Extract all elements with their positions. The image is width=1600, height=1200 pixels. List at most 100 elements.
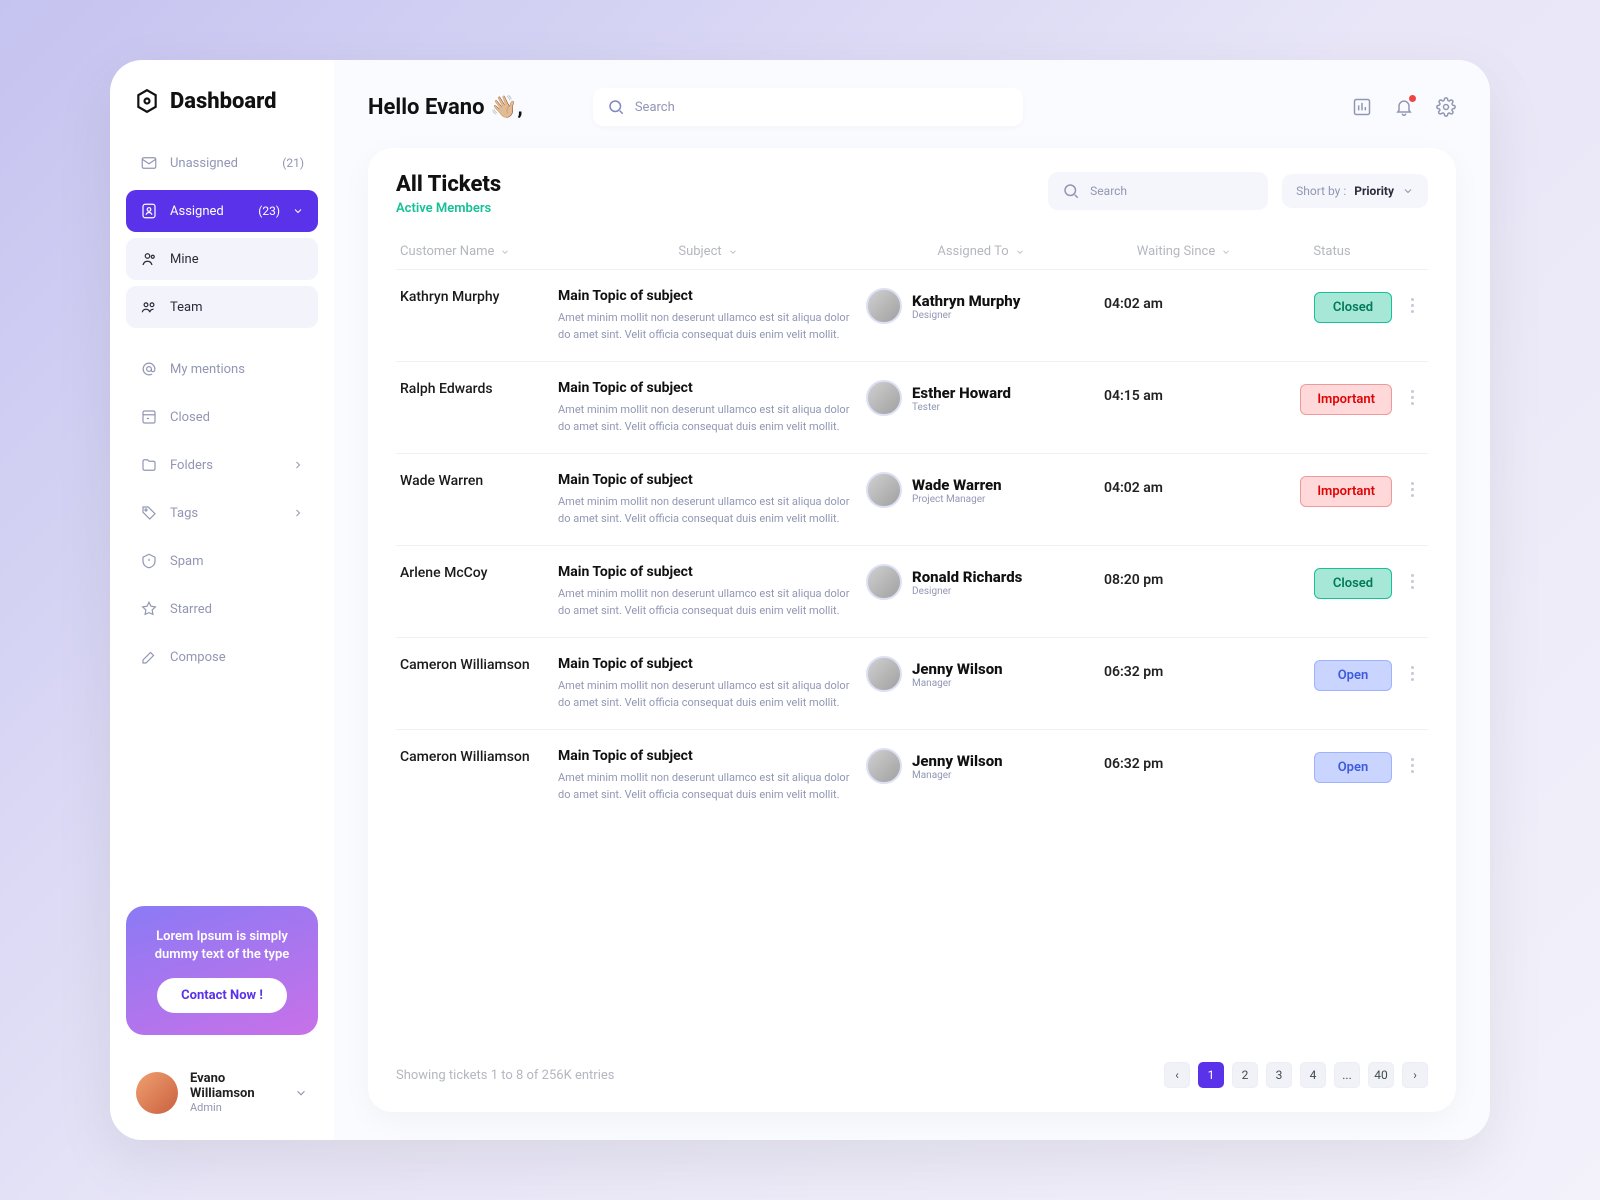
cell-status: Closed	[1272, 564, 1392, 599]
sidebar-user-name: Evano Williamson	[190, 1071, 282, 1101]
analytics-icon[interactable]	[1352, 97, 1372, 117]
column-customer[interactable]: Customer Name	[400, 244, 550, 259]
table-row[interactable]: Kathryn Murphy Main Topic of subject Ame…	[396, 270, 1428, 362]
pagination-page[interactable]: 1	[1198, 1062, 1224, 1088]
column-assigned[interactable]: Assigned To	[866, 244, 1096, 259]
promo-button[interactable]: Contact Now !	[157, 978, 287, 1013]
panel-search[interactable]	[1048, 172, 1268, 210]
pagination-page[interactable]: 40	[1368, 1062, 1394, 1088]
cell-status: Closed	[1272, 288, 1392, 323]
pagination-info: Showing tickets 1 to 8 of 256K entries	[396, 1068, 614, 1083]
sidebar-item-spam[interactable]: Spam	[126, 540, 318, 582]
chevron-right-icon	[292, 459, 304, 471]
assignee-name: Wade Warren	[912, 476, 1002, 494]
avatar	[866, 748, 902, 784]
pagination-page[interactable]: 3	[1266, 1062, 1292, 1088]
row-menu-icon[interactable]	[1400, 472, 1424, 497]
assignee-role: Tester	[912, 402, 1011, 413]
sidebar-item-closed[interactable]: Closed	[126, 396, 318, 438]
chevron-down-icon	[292, 205, 304, 217]
global-search-input[interactable]	[635, 100, 1009, 115]
sidebar-item-mine[interactable]: Mine	[126, 238, 318, 280]
sidebar-user[interactable]: Evano Williamson Admin	[126, 1053, 318, 1120]
cell-status: Important	[1272, 380, 1392, 415]
panel-title: All Tickets	[396, 172, 501, 197]
team-icon	[140, 298, 158, 316]
status-badge: Important	[1300, 476, 1392, 507]
subject-body: Amet minim mollit non deserunt ullamco e…	[558, 678, 858, 711]
notifications-icon[interactable]	[1394, 97, 1414, 117]
settings-icon[interactable]	[1436, 97, 1456, 117]
subject-heading: Main Topic of subject	[558, 748, 858, 764]
sidebar-item-label: Assigned	[170, 204, 246, 219]
greeting: Hello Evano 👋🏼,	[368, 95, 523, 120]
status-badge: Closed	[1314, 292, 1392, 323]
sidebar-item-assigned[interactable]: Assigned (23)	[126, 190, 318, 232]
topbar: Hello Evano 👋🏼,	[368, 88, 1456, 126]
status-badge: Closed	[1314, 568, 1392, 599]
cell-subject: Main Topic of subject Amet minim mollit …	[558, 656, 858, 711]
pagination-page[interactable]: 2	[1232, 1062, 1258, 1088]
row-menu-icon[interactable]	[1400, 656, 1424, 681]
panel-header: All Tickets Active Members Short by : Pr…	[396, 172, 1428, 216]
tag-icon	[140, 504, 158, 522]
at-icon	[140, 360, 158, 378]
table-row[interactable]: Arlene McCoy Main Topic of subject Amet …	[396, 546, 1428, 638]
cell-assignee: Kathryn Murphy Designer	[866, 288, 1096, 324]
spam-icon	[140, 552, 158, 570]
sort-value: Priority	[1354, 184, 1394, 198]
row-menu-icon[interactable]	[1400, 288, 1424, 313]
global-search[interactable]	[593, 88, 1023, 126]
cell-status: Important	[1272, 472, 1392, 507]
topbar-icons	[1352, 97, 1456, 117]
promo-card: Lorem Ipsum is simply dummy text of the …	[126, 906, 318, 1035]
row-menu-icon[interactable]	[1400, 748, 1424, 773]
row-menu-icon[interactable]	[1400, 380, 1424, 405]
column-subject[interactable]: Subject	[558, 244, 858, 259]
sidebar-item-tags[interactable]: Tags	[126, 492, 318, 534]
pagination-pages: ‹ 1234...40›	[1164, 1062, 1428, 1088]
table-row[interactable]: Cameron Williamson Main Topic of subject…	[396, 638, 1428, 730]
column-status: Status	[1272, 244, 1392, 259]
panel-search-input[interactable]	[1090, 184, 1254, 198]
cell-customer: Ralph Edwards	[400, 380, 550, 400]
table-row[interactable]: Wade Warren Main Topic of subject Amet m…	[396, 454, 1428, 546]
pagination-next[interactable]: ›	[1402, 1062, 1428, 1088]
sidebar-item-unassigned[interactable]: Unassigned (21)	[126, 142, 318, 184]
cell-customer: Arlene McCoy	[400, 564, 550, 584]
subject-body: Amet minim mollit non deserunt ullamco e…	[558, 402, 858, 435]
chevron-down-icon	[294, 1086, 308, 1100]
brand-logo-icon	[134, 88, 160, 114]
cell-waiting: 06:32 pm	[1104, 656, 1264, 680]
chevron-down-icon	[728, 247, 738, 257]
sidebar-item-mentions[interactable]: My mentions	[126, 348, 318, 390]
chevron-down-icon	[1015, 247, 1025, 257]
avatar	[136, 1072, 178, 1114]
sidebar: Dashboard Unassigned (21) Assigned (23) …	[110, 60, 334, 1140]
cell-assignee: Esther Howard Tester	[866, 380, 1096, 416]
brand: Dashboard	[126, 88, 318, 114]
cell-assignee: Wade Warren Project Manager	[866, 472, 1096, 508]
sidebar-item-label: My mentions	[170, 362, 304, 377]
table-row[interactable]: Cameron Williamson Main Topic of subject…	[396, 730, 1428, 821]
row-menu-icon[interactable]	[1400, 564, 1424, 589]
subject-body: Amet minim mollit non deserunt ullamco e…	[558, 770, 858, 803]
sidebar-item-label: Team	[170, 300, 304, 315]
mail-icon	[140, 154, 158, 172]
column-waiting[interactable]: Waiting Since	[1104, 244, 1264, 259]
sidebar-item-folders[interactable]: Folders	[126, 444, 318, 486]
assignee-name: Esther Howard	[912, 384, 1011, 402]
status-badge: Open	[1314, 660, 1392, 691]
pagination-page[interactable]: 4	[1300, 1062, 1326, 1088]
panel-subtitle: Active Members	[396, 201, 501, 216]
sidebar-item-starred[interactable]: Starred	[126, 588, 318, 630]
pagination-prev[interactable]: ‹	[1164, 1062, 1190, 1088]
brand-title: Dashboard	[170, 89, 277, 114]
chevron-down-icon	[1221, 247, 1231, 257]
table-row[interactable]: Ralph Edwards Main Topic of subject Amet…	[396, 362, 1428, 454]
sidebar-item-compose[interactable]: Compose	[126, 636, 318, 678]
sidebar-item-label: Starred	[170, 602, 304, 617]
chevron-down-icon	[500, 247, 510, 257]
sidebar-item-team[interactable]: Team	[126, 286, 318, 328]
sort-dropdown[interactable]: Short by : Priority	[1282, 174, 1428, 208]
